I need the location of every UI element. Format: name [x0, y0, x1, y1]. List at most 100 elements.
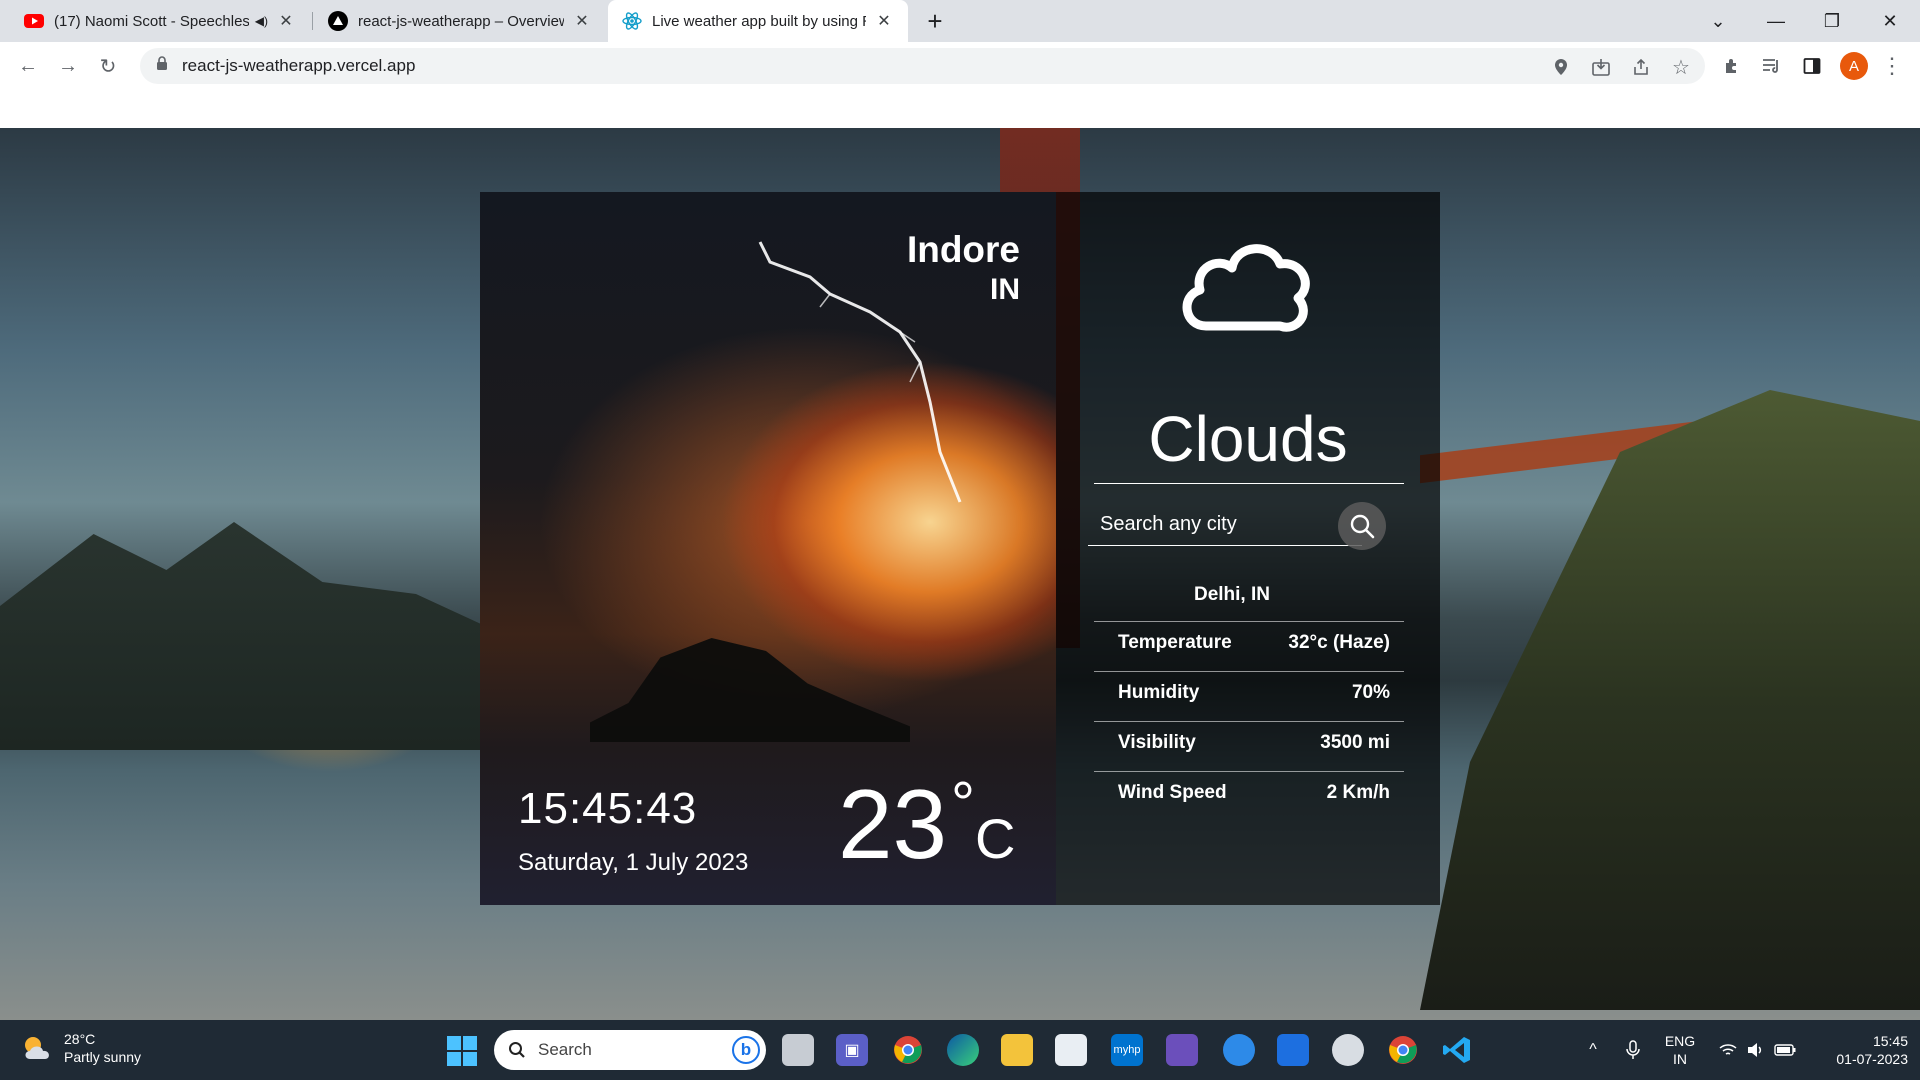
stat-row-temperature: Temperature 32°c (Haze)	[1118, 632, 1390, 654]
start-button[interactable]	[447, 1036, 477, 1066]
degree-symbol: °	[951, 770, 976, 837]
current-date: Saturday, 1 July 2023	[518, 849, 749, 876]
tab-youtube[interactable]: (17) Naomi Scott - Speechles ◀) ✕	[10, 0, 310, 42]
bookmark-star-icon[interactable]: ☆	[1670, 56, 1692, 79]
stat-row-humidity: Humidity 70%	[1118, 682, 1390, 704]
city-search-input[interactable]	[1088, 504, 1362, 546]
stat-value: 3500 mi	[1320, 732, 1390, 753]
close-window-button[interactable]: ✕	[1862, 0, 1918, 42]
page-viewport: Indore IN 15:45:43 Saturday, 1 July 2023…	[0, 90, 1920, 1020]
divider	[1094, 671, 1404, 672]
tab-title: (17) Naomi Scott - Speechles	[54, 12, 249, 30]
tab-title: Live weather app built by using R	[652, 12, 866, 30]
tab-vercel[interactable]: react-js-weatherapp – Overview ✕	[314, 0, 606, 42]
address-bar[interactable]: react-js-weatherapp.vercel.app ☆	[140, 48, 1705, 84]
weather-details-panel: Clouds Delhi, IN Temperature 32°c (Haze)…	[1056, 192, 1440, 905]
task-view-icon[interactable]	[782, 1034, 814, 1066]
region-code: IN	[1673, 1051, 1687, 1067]
search-button[interactable]	[1338, 502, 1386, 550]
weather-widget[interactable]: 28°C Partly sunny	[20, 1030, 141, 1066]
stat-row-visibility: Visibility 3500 mi	[1118, 732, 1390, 754]
taskbar-search[interactable]: Search b	[494, 1030, 766, 1070]
file-explorer-icon[interactable]	[1001, 1034, 1033, 1066]
lock-icon[interactable]	[156, 56, 168, 76]
clock-time: 15:45	[1872, 1033, 1908, 1049]
speaker-icon[interactable]: ◀)	[255, 14, 268, 28]
stat-value: 70%	[1351, 682, 1390, 703]
search-icon	[1350, 514, 1375, 539]
share-icon[interactable]	[1630, 56, 1652, 78]
restore-button[interactable]: ❐	[1804, 0, 1860, 42]
country-code: IN	[990, 273, 1020, 306]
myhp-icon[interactable]: myhp	[1111, 1034, 1143, 1066]
stat-label: Humidity	[1118, 682, 1200, 703]
windows-taskbar: 28°C Partly sunny Search b ▣ myhp ^ ENG …	[0, 1020, 1920, 1080]
battery-icon[interactable]	[1772, 1020, 1798, 1080]
stat-label: Visibility	[1118, 732, 1196, 753]
side-panel-icon[interactable]	[1796, 50, 1828, 82]
tab-title: react-js-weatherapp – Overview	[358, 12, 564, 30]
tab-divider	[312, 12, 313, 30]
current-time: 15:45:43	[518, 784, 698, 833]
media-control-icon[interactable]	[1756, 50, 1788, 82]
microsoft-store-icon[interactable]	[1055, 1034, 1087, 1066]
stat-value: 2 Km/h	[1326, 782, 1390, 803]
new-tab-button[interactable]: +	[912, 0, 958, 42]
system-clock[interactable]: 15:45 01-07-2023	[1808, 1020, 1908, 1080]
partly-sunny-icon	[25, 1037, 49, 1059]
volume-icon[interactable]	[1744, 1020, 1768, 1080]
reload-icon[interactable]: ↻	[92, 50, 124, 82]
browser-toolbar: ← → ↻ react-js-weatherapp.vercel.app ☆ A…	[0, 42, 1920, 90]
stat-value: 32°c (Haze)	[1288, 632, 1390, 653]
divider	[1094, 483, 1404, 484]
close-tab-icon[interactable]: ✕	[276, 11, 296, 31]
mail-icon[interactable]	[1277, 1034, 1309, 1066]
url-text[interactable]: react-js-weatherapp.vercel.app	[182, 56, 415, 76]
weather-card: Indore IN 15:45:43 Saturday, 1 July 2023…	[480, 192, 1440, 905]
tab-strip: (17) Naomi Scott - Speechles ◀) ✕ react-…	[0, 0, 1920, 42]
divider	[1094, 771, 1404, 772]
weather-desc: Partly sunny	[64, 1049, 142, 1065]
location-icon[interactable]	[1550, 56, 1572, 78]
stat-row-wind-speed: Wind Speed 2 Km/h	[1118, 782, 1390, 804]
island-silhouette	[590, 638, 910, 742]
tab-weather-app[interactable]: Live weather app built by using R ✕	[608, 0, 908, 42]
back-icon[interactable]: ←	[12, 50, 44, 82]
language-indicator[interactable]: ENG IN	[1660, 1020, 1700, 1080]
tab-search-icon[interactable]: ⌄	[1690, 0, 1746, 42]
profile-avatar[interactable]: A	[1840, 52, 1868, 80]
vscode-icon[interactable]	[1441, 1034, 1473, 1066]
language-code: ENG	[1664, 1033, 1696, 1049]
show-hidden-icons[interactable]: ^	[1580, 1020, 1606, 1080]
copilot-icon[interactable]	[1166, 1034, 1198, 1066]
close-tab-icon[interactable]: ✕	[572, 11, 592, 31]
teams-chat-icon[interactable]: ▣	[836, 1034, 868, 1066]
divider	[1094, 721, 1404, 722]
react-icon	[622, 11, 642, 31]
weather-image-panel: Indore IN 15:45:43 Saturday, 1 July 2023…	[480, 192, 1056, 905]
current-temperature: 23°C	[838, 770, 1015, 889]
chrome-profile-icon[interactable]	[1387, 1034, 1419, 1066]
temperature-value: 23	[838, 769, 948, 879]
hp-support-icon[interactable]	[1223, 1034, 1255, 1066]
divider	[1094, 621, 1404, 622]
extensions-icon[interactable]	[1716, 50, 1748, 82]
microphone-icon[interactable]	[1620, 1020, 1646, 1080]
forward-icon[interactable]: →	[52, 50, 84, 82]
search-label: Search	[538, 1040, 592, 1059]
searched-location: Delhi, IN	[1193, 584, 1270, 605]
vercel-icon	[328, 11, 348, 31]
clock-app-icon[interactable]	[1332, 1034, 1364, 1066]
install-app-icon[interactable]	[1590, 56, 1612, 78]
weather-temp: 28°C	[64, 1031, 96, 1047]
wifi-icon[interactable]	[1716, 1020, 1740, 1080]
more-menu-icon[interactable]: ⋮	[1876, 50, 1908, 82]
chrome-icon[interactable]	[892, 1034, 924, 1066]
close-tab-icon[interactable]: ✕	[874, 11, 894, 31]
search-icon	[509, 1042, 525, 1058]
clock-date: 01-07-2023	[1836, 1051, 1908, 1067]
city-name: Indore	[906, 229, 1020, 270]
bing-icon[interactable]: b	[732, 1036, 760, 1064]
edge-icon[interactable]	[947, 1034, 979, 1066]
minimize-button[interactable]: —	[1748, 0, 1804, 42]
